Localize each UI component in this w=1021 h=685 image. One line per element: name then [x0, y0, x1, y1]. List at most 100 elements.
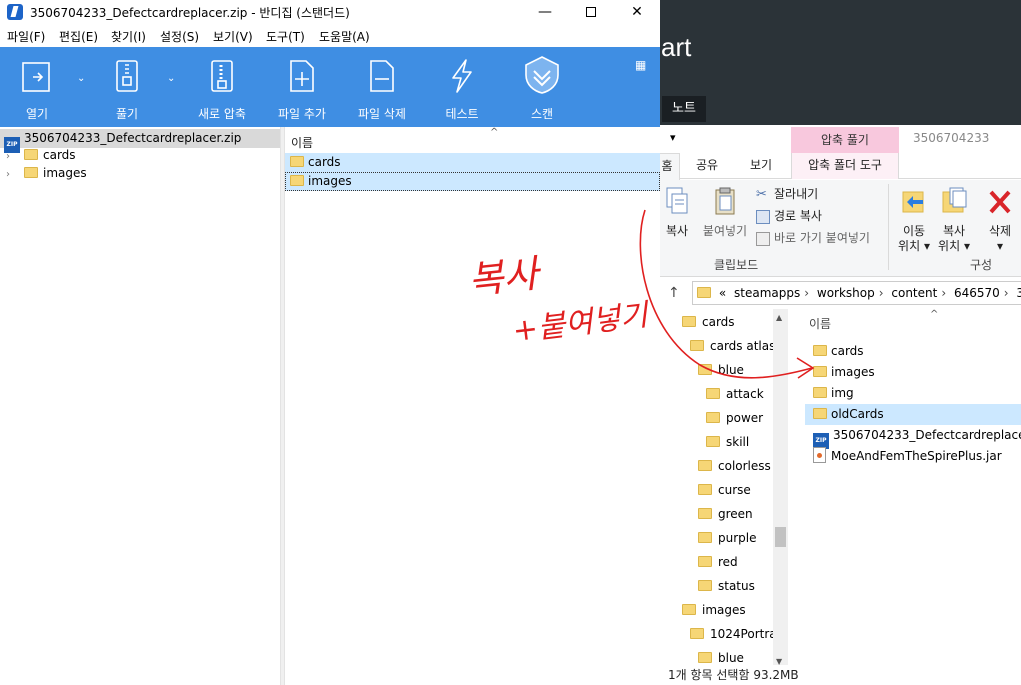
nav-item-power[interactable]: power	[706, 407, 763, 429]
ribbon-paste-shortcut-button[interactable]: 바로 가기 붙여넣기	[756, 228, 870, 248]
java-jar-icon	[813, 447, 826, 463]
scrollbar-thumb[interactable]	[775, 527, 786, 547]
folder-icon	[698, 460, 712, 471]
menu-help[interactable]: 도움말(A)	[319, 28, 370, 45]
delete-file-icon	[370, 60, 394, 92]
folder-icon	[706, 388, 720, 399]
column-header-name[interactable]: 이름	[291, 134, 313, 151]
nav-item-blue[interactable]: blue	[698, 359, 744, 381]
explorer-tab-zip-tools[interactable]: 압축 폴더 도구	[791, 153, 899, 179]
explorer-tab-share[interactable]: 공유	[696, 153, 718, 179]
ribbon-delete-dropdown-icon[interactable]: ▾	[982, 239, 1018, 254]
archive-file-list: ^ 이름 cards images	[285, 127, 660, 685]
ribbon-cut-button[interactable]: ✂ 잘라내기	[756, 184, 818, 204]
maximize-icon	[586, 7, 596, 17]
ribbon-copy-button[interactable]: 복사	[658, 186, 696, 239]
new-archive-icon	[211, 60, 233, 92]
toolbar-add-file-button[interactable]: 파일 추가	[270, 47, 334, 127]
breadcrumb-steamapps[interactable]: steamapps	[734, 286, 800, 300]
nav-item-curse[interactable]: curse	[698, 479, 751, 501]
webpage-tab-notes[interactable]: 노트	[662, 96, 706, 122]
toolbar-scan-button[interactable]: 스캔	[510, 47, 574, 127]
menu-file[interactable]: 파일(F)	[7, 28, 45, 45]
nav-item-purple[interactable]: purple	[698, 527, 757, 549]
archive-row-cards[interactable]: cards	[285, 153, 660, 172]
explorer-context-tab-extract[interactable]: 압축 풀기	[791, 127, 899, 153]
nav-item-red[interactable]: red	[698, 551, 738, 573]
window-title: 3506704233_Defectcardreplacer.zip - 반디집 …	[30, 6, 350, 20]
breadcrumb-workshop[interactable]: workshop	[817, 286, 875, 300]
explorer-quick-access-bar: ▾ 압축 풀기 3506704233	[660, 125, 1021, 153]
minimize-button[interactable]: —	[522, 0, 568, 24]
clipboard-paste-icon	[715, 187, 735, 215]
nav-item-images[interactable]: images	[682, 599, 746, 621]
navigation-scrollbar[interactable]: ▲ ▼	[773, 309, 788, 673]
folder-icon	[813, 408, 827, 419]
open-dropdown-icon[interactable]: ⌄	[77, 73, 85, 84]
chevron-right-icon[interactable]: ›	[6, 165, 18, 184]
scroll-up-icon[interactable]: ▲	[776, 313, 782, 322]
ribbon-copy-path-button[interactable]: 경로 복사	[756, 206, 822, 226]
file-row-images[interactable]: images	[805, 362, 1021, 383]
nav-item-attack[interactable]: attack	[706, 383, 764, 405]
file-row-img[interactable]: img	[805, 383, 1021, 404]
folder-icon	[24, 149, 38, 160]
folder-icon	[290, 156, 304, 167]
nav-item-1024portra[interactable]: 1024Portra	[690, 623, 777, 645]
explorer-ribbon-tabs: 홈 공유 보기 압축 폴더 도구	[654, 153, 1021, 180]
explorer-file-list: ^ 이름 cards images img oldCards ZIP 350670…	[805, 309, 1021, 673]
toolbar-new-archive-label: 새로 압축	[198, 107, 246, 121]
explorer-tab-view[interactable]: 보기	[750, 153, 772, 179]
nav-item-skill[interactable]: skill	[706, 431, 749, 453]
file-row-zip[interactable]: ZIP3506704233_Defectcardreplacer.zip	[805, 425, 1021, 449]
folder-icon	[698, 532, 712, 543]
toolbar-open-button[interactable]: 열기	[8, 47, 66, 127]
breadcrumb-3[interactable]: 3	[1016, 286, 1021, 300]
extract-dropdown-icon[interactable]: ⌄	[167, 73, 175, 84]
menu-edit[interactable]: 편집(E)	[59, 28, 98, 45]
close-button[interactable]: ✕	[614, 0, 660, 24]
toolbar-new-archive-button[interactable]: 새로 압축	[190, 47, 254, 127]
maximize-button[interactable]	[568, 0, 614, 24]
toolbar-test-button[interactable]: 테스트	[430, 47, 494, 127]
menu-view[interactable]: 보기(V)	[213, 28, 253, 45]
toolbar-delete-file-button[interactable]: 파일 삭제	[350, 47, 414, 127]
archive-tree-item-cards[interactable]: › cards	[6, 146, 76, 165]
toolbar-extract-button[interactable]: 풀기	[98, 47, 156, 127]
nav-item-colorless[interactable]: colorless	[698, 455, 771, 477]
breadcrumb-content[interactable]: content	[891, 286, 937, 300]
archive-row-images[interactable]: images	[285, 172, 660, 191]
file-row-oldcards[interactable]: oldCards	[805, 404, 1021, 425]
address-breadcrumb[interactable]: « steamapps › workshop › content › 646570 › …	[692, 281, 1021, 305]
ribbon-delete-button[interactable]: 삭제 ▾	[982, 186, 1018, 254]
breadcrumb-646570[interactable]: 646570	[954, 286, 1000, 300]
menu-find[interactable]: 찾기(I)	[111, 28, 146, 45]
folder-icon	[690, 628, 704, 639]
ribbon-group-clipboard: 클립보드	[714, 258, 759, 272]
paste-shortcut-icon	[756, 231, 770, 246]
quick-access-dropdown-icon[interactable]: ▾	[670, 131, 676, 144]
file-row-cards[interactable]: cards	[805, 341, 1021, 362]
folder-icon	[682, 316, 696, 327]
ribbon-move-to-button[interactable]: 이동 위치 ▾	[896, 186, 932, 254]
nav-item-status[interactable]: status	[698, 575, 755, 597]
menu-settings[interactable]: 설정(S)	[160, 28, 199, 45]
bandizip-title-bar: 3506704233_Defectcardreplacer.zip - 반디집 …	[0, 0, 660, 24]
breadcrumb-overflow[interactable]: «	[719, 286, 726, 300]
folder-icon	[698, 556, 712, 567]
archive-tree-item-images[interactable]: › images	[6, 164, 87, 183]
up-arrow-icon[interactable]: ↑	[668, 285, 680, 301]
toolbar-layout-grid-icon[interactable]: ▦	[635, 58, 646, 72]
add-file-icon	[290, 60, 314, 92]
nav-item-green[interactable]: green	[698, 503, 753, 525]
background-webpage: art 노트	[660, 0, 1021, 125]
bandizip-app-icon[interactable]	[7, 4, 23, 20]
ribbon-copy-to-button[interactable]: 복사 위치 ▾	[936, 186, 972, 254]
sort-ascending-icon: ^	[930, 309, 939, 320]
menu-tools[interactable]: 도구(T)	[266, 28, 305, 45]
column-header-name[interactable]: 이름	[809, 315, 831, 332]
nav-item-cards-atlas[interactable]: cards atlas	[690, 335, 775, 357]
ribbon-paste-button[interactable]: 붙여넣기	[700, 186, 750, 239]
file-row-jar[interactable]: MoeAndFemTheSpirePlus.jar	[805, 446, 1021, 467]
nav-item-cards[interactable]: cards	[682, 311, 735, 333]
